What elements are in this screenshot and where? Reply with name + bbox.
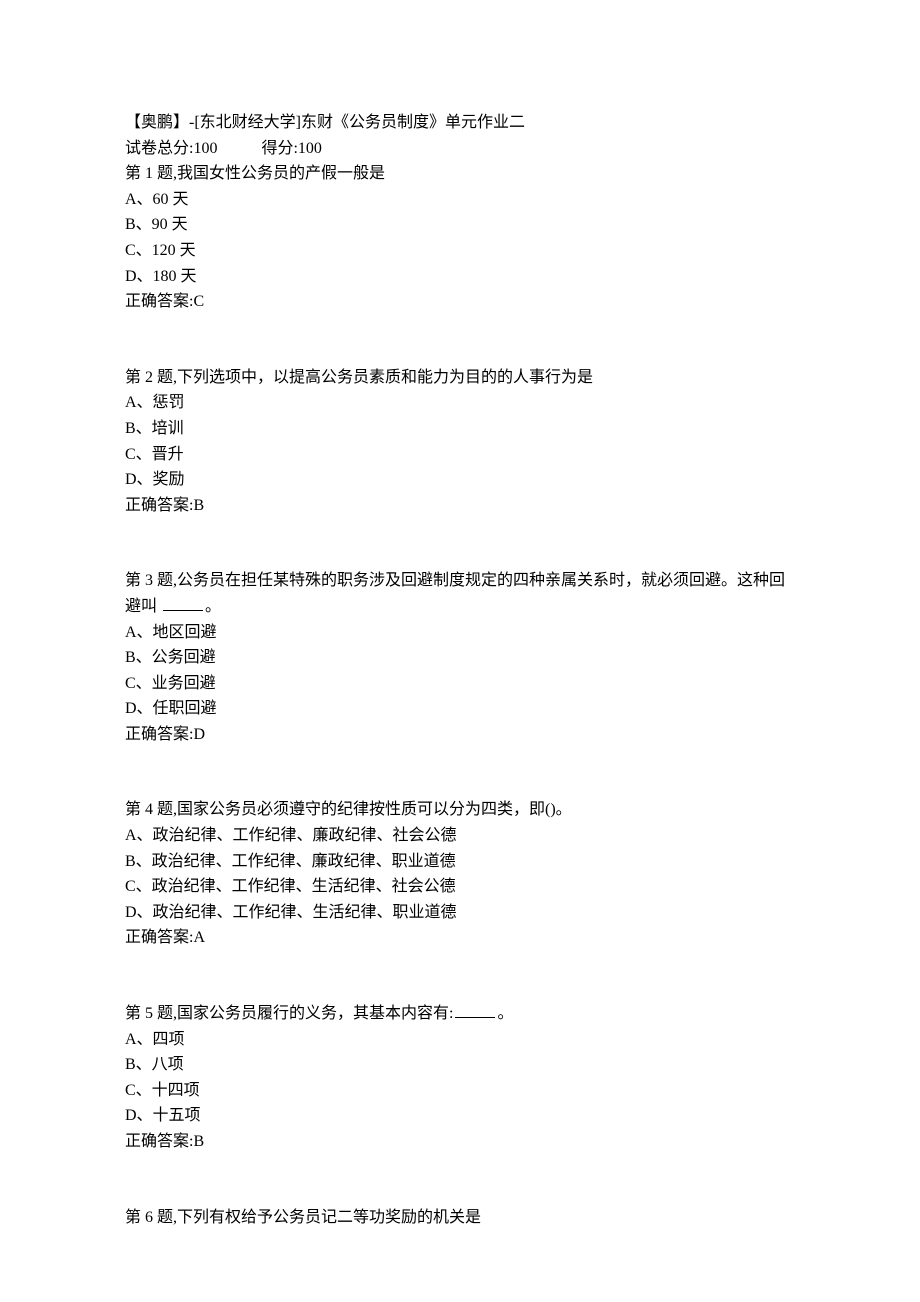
prompt-text-part1: 第 3 题,公务员在担任某特殊的职务涉及回避制度规定的四种亲属关系时，就必须回避… — [125, 572, 785, 615]
option-b: B、八项 — [125, 1052, 795, 1078]
option-a: A、惩罚 — [125, 390, 795, 416]
option-c: C、业务回避 — [125, 671, 795, 697]
question-5: 第 5 题,国家公务员履行的义务，其基本内容有: 。 A、四项 B、八项 C、十四… — [125, 1001, 795, 1155]
option-d: D、180 天 — [125, 264, 795, 290]
question-4: 第 4 题,国家公务员必须遵守的纪律按性质可以分为四类，即()。 A、政治纪律、… — [125, 797, 795, 951]
option-a: A、政治纪律、工作纪律、廉政纪律、社会公德 — [125, 823, 795, 849]
option-d: D、奖励 — [125, 467, 795, 493]
option-d: D、任职回避 — [125, 696, 795, 722]
question-prompt: 第 5 题,国家公务员履行的义务，其基本内容有: 。 — [125, 1001, 795, 1027]
score-got: 得分:100 — [261, 140, 321, 157]
correct-answer: 正确答案:A — [125, 925, 795, 951]
question-prompt: 第 4 题,国家公务员必须遵守的纪律按性质可以分为四类，即()。 — [125, 797, 795, 823]
option-b: B、培训 — [125, 416, 795, 442]
question-prompt: 第 6 题,下列有权给予公务员记二等功奖励的机关是 — [125, 1205, 795, 1231]
question-3: 第 3 题,公务员在担任某特殊的职务涉及回避制度规定的四种亲属关系时，就必须回避… — [125, 568, 795, 747]
correct-answer: 正确答案:B — [125, 493, 795, 519]
prompt-text-part1: 第 5 题,国家公务员履行的义务，其基本内容有: — [125, 1005, 453, 1022]
option-b: B、政治纪律、工作纪律、廉政纪律、职业道德 — [125, 849, 795, 875]
option-b: B、90 天 — [125, 212, 795, 238]
option-c: C、120 天 — [125, 238, 795, 264]
question-prompt: 第 2 题,下列选项中，以提高公务员素质和能力为目的的人事行为是 — [125, 365, 795, 391]
option-d: D、十五项 — [125, 1103, 795, 1129]
prompt-text-part2: 。 — [497, 1005, 513, 1022]
score-total: 试卷总分:100 — [125, 140, 217, 157]
document-title: 【奥鹏】-[东北财经大学]东财《公务员制度》单元作业二 — [125, 110, 795, 136]
question-prompt: 第 1 题,我国女性公务员的产假一般是 — [125, 161, 795, 187]
option-a: A、60 天 — [125, 187, 795, 213]
option-c: C、十四项 — [125, 1078, 795, 1104]
question-prompt: 第 3 题,公务员在担任某特殊的职务涉及回避制度规定的四种亲属关系时，就必须回避… — [125, 568, 795, 619]
fill-blank — [455, 1002, 495, 1018]
option-c: C、晋升 — [125, 442, 795, 468]
question-1: 第 1 题,我国女性公务员的产假一般是 A、60 天 B、90 天 C、120 … — [125, 161, 795, 315]
question-2: 第 2 题,下列选项中，以提高公务员素质和能力为目的的人事行为是 A、惩罚 B、… — [125, 365, 795, 519]
option-a: A、四项 — [125, 1027, 795, 1053]
option-c: C、政治纪律、工作纪律、生活纪律、社会公德 — [125, 874, 795, 900]
correct-answer: 正确答案:C — [125, 289, 795, 315]
fill-blank — [163, 595, 203, 611]
score-line: 试卷总分:100 得分:100 — [125, 136, 795, 162]
correct-answer: 正确答案:D — [125, 722, 795, 748]
prompt-text-part2: 。 — [205, 598, 221, 615]
option-a: A、地区回避 — [125, 620, 795, 646]
correct-answer: 正确答案:B — [125, 1129, 795, 1155]
option-b: B、公务回避 — [125, 645, 795, 671]
question-6: 第 6 题,下列有权给予公务员记二等功奖励的机关是 — [125, 1205, 795, 1231]
option-d: D、政治纪律、工作纪律、生活纪律、职业道德 — [125, 900, 795, 926]
